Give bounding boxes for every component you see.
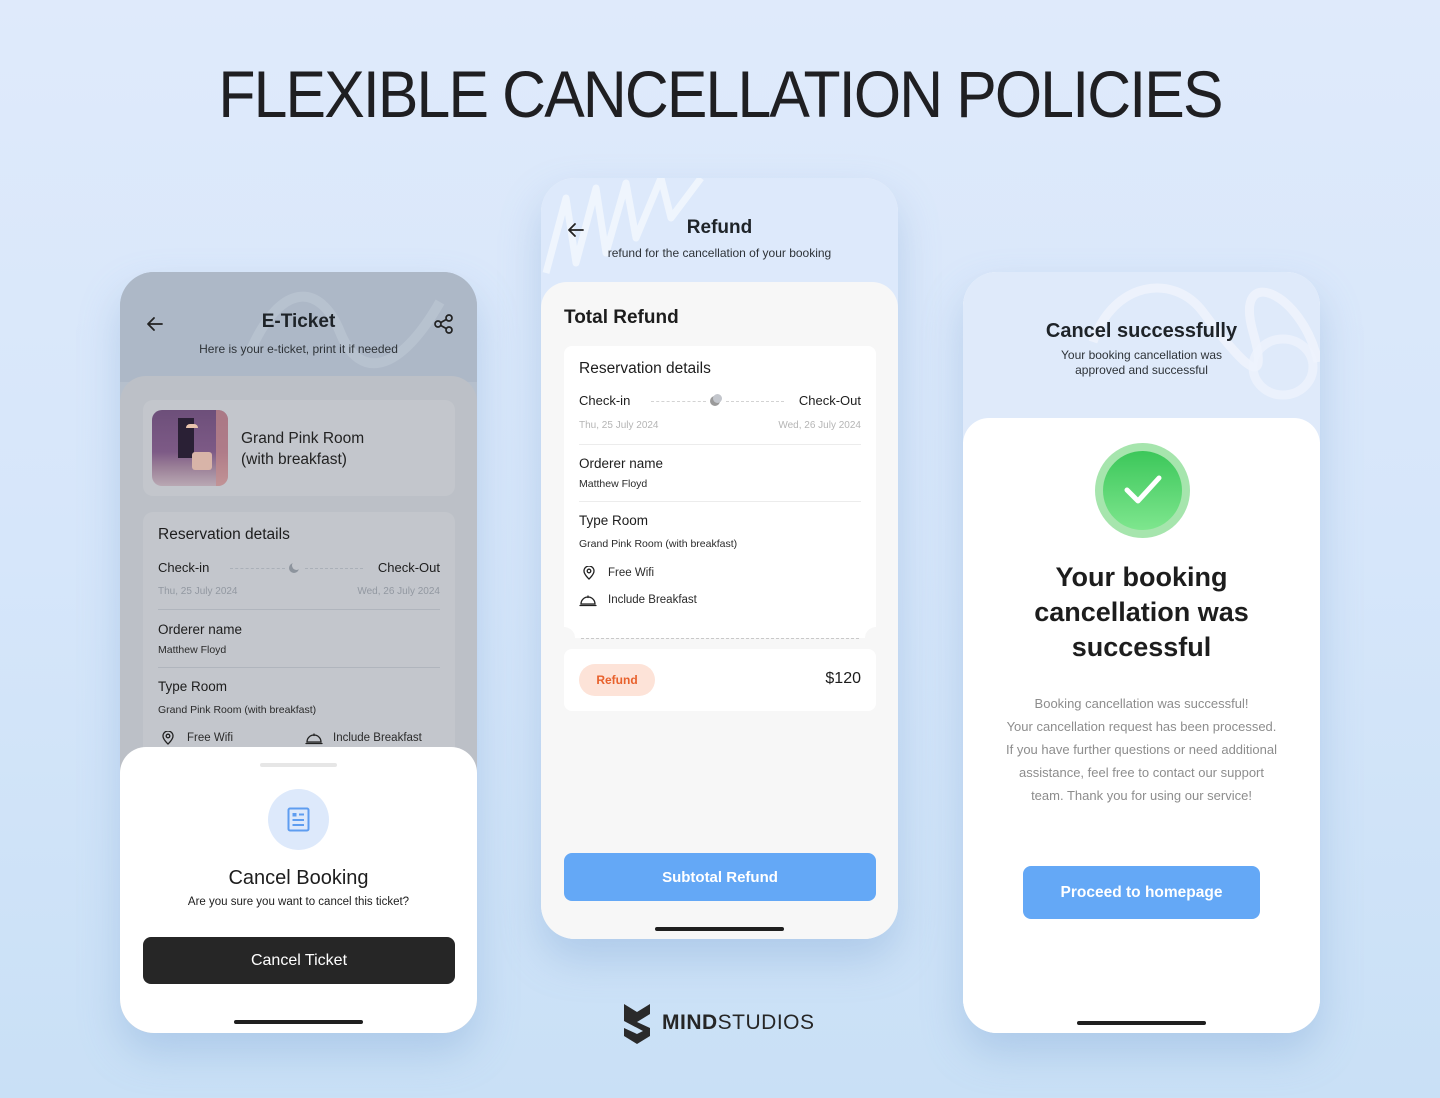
amenity-wifi: Free Wifi [608, 567, 654, 579]
refund-reservation-card: Reservation details Check-in Check-Out T… [564, 346, 876, 638]
type-room-label: Type Room [579, 513, 649, 528]
refund-title: Refund [686, 217, 753, 238]
checkout-date: Wed, 26 July 2024 [778, 420, 861, 431]
brand-logo: MINDSTUDIOS [622, 1002, 815, 1044]
checkin-label: Check-in [579, 393, 631, 408]
success-title: Cancel successfully [1045, 320, 1238, 342]
checkmark-icon [1124, 475, 1162, 504]
checkin-date: Thu, 25 July 2024 [579, 420, 659, 431]
divider [579, 501, 861, 502]
orderer-label: Orderer name [158, 622, 243, 637]
dashed-divider [305, 568, 363, 569]
success-headline: Your booking cancellation was successful [1034, 562, 1249, 662]
success-body: Your booking cancellation was successful… [963, 418, 1320, 1033]
orderer-label: Orderer name [579, 456, 664, 471]
home-indicator[interactable] [1077, 1021, 1206, 1025]
dashed-divider [230, 568, 285, 569]
orderer-value: Matthew Floyd [579, 478, 648, 490]
success-badge [1095, 443, 1190, 538]
type-room-value: Grand Pink Room (with breakfast) [158, 704, 317, 716]
amenity-wifi: Free Wifi [187, 732, 233, 744]
ticket-perforation [581, 638, 859, 639]
location-pin-icon [583, 566, 595, 580]
total-refund-title: Total Refund [564, 307, 679, 328]
subtotal-refund-button[interactable]: Subtotal Refund [564, 853, 876, 901]
success-message: Booking cancellation was successful! You… [1005, 696, 1277, 803]
refund-subtitle: refund for the cancellation of your book… [607, 246, 832, 260]
home-indicator[interactable] [655, 927, 784, 931]
dashed-divider [651, 401, 706, 402]
success-subtitle-line2: approved and successful [1075, 363, 1208, 377]
brand-wordmark: MINDSTUDIOS [662, 1011, 815, 1034]
ticket-notch [865, 627, 887, 649]
decorative-scribble [1088, 283, 1320, 400]
divider [158, 609, 440, 610]
eticket-header: E-Ticket Here is your e-ticket, print it… [120, 272, 477, 382]
eticket-screen: E-Ticket Here is your e-ticket, print it… [120, 272, 477, 1033]
moon-icon [710, 394, 722, 406]
refund-amount-card: Refund $120 [564, 649, 876, 711]
eticket-title: E-Ticket [261, 311, 336, 332]
dashed-divider [726, 401, 784, 402]
home-indicator[interactable] [234, 1020, 363, 1024]
checkin-date: Thu, 25 July 2024 [158, 586, 238, 597]
document-icon [287, 807, 310, 832]
type-room-value: Grand Pink Room (with breakfast) [579, 538, 738, 550]
reservation-title: Reservation details [158, 526, 290, 543]
amenity-breakfast: Include Breakfast [333, 732, 422, 744]
checkout-date: Wed, 26 July 2024 [357, 586, 440, 597]
refund-amount: $120 [825, 670, 861, 687]
cancel-booking-sheet: Cancel Booking Are you sure you want to … [120, 747, 477, 1033]
amenity-breakfast: Include Breakfast [608, 594, 697, 606]
sheet-subtitle: Are you sure you want to cancel this tic… [187, 896, 410, 908]
document-icon-badge [268, 789, 329, 850]
divider [158, 667, 440, 668]
sheet-grabber[interactable] [260, 763, 337, 767]
refund-body: Total Refund Reservation details Check-i… [541, 282, 898, 939]
mindstudios-logo-icon [624, 1004, 650, 1044]
sheet-title: Cancel Booking [228, 867, 369, 889]
moon-icon [289, 561, 301, 573]
orderer-value: Matthew Floyd [158, 644, 227, 656]
success-subtitle-line1: Your booking cancellation was [1061, 348, 1222, 362]
share-icon[interactable] [433, 313, 455, 335]
reservation-title: Reservation details [579, 360, 711, 377]
cancel-ticket-button[interactable]: Cancel Ticket [143, 937, 455, 984]
refund-screen: Refund refund for the cancellation of yo… [541, 178, 898, 939]
eticket-subtitle: Here is your e-ticket, print it if neede… [199, 342, 398, 356]
location-pin-icon [162, 731, 174, 745]
type-room-label: Type Room [158, 679, 228, 694]
checkin-label: Check-in [158, 560, 210, 575]
food-cloche-icon [305, 733, 323, 745]
checkout-label: Check-Out [798, 393, 861, 408]
room-thumbnail [152, 410, 228, 486]
refund-badge: Refund [579, 664, 655, 696]
checkout-label: Check-Out [377, 560, 440, 575]
hotel-name: Grand Pink Room (with breakfast) [241, 430, 365, 468]
food-cloche-icon [579, 595, 597, 607]
divider [579, 444, 861, 445]
cancel-success-screen: Cancel successfully Your booking cancell… [963, 272, 1320, 1033]
page-headline: FLEXIBLE CANCELLATION POLICIES [218, 57, 1223, 131]
proceed-homepage-button[interactable]: Proceed to homepage [1023, 866, 1260, 919]
success-header: Cancel successfully Your booking cancell… [963, 272, 1320, 442]
hotel-card[interactable]: Grand Pink Room (with breakfast) [143, 400, 455, 496]
ticket-notch [553, 627, 575, 649]
